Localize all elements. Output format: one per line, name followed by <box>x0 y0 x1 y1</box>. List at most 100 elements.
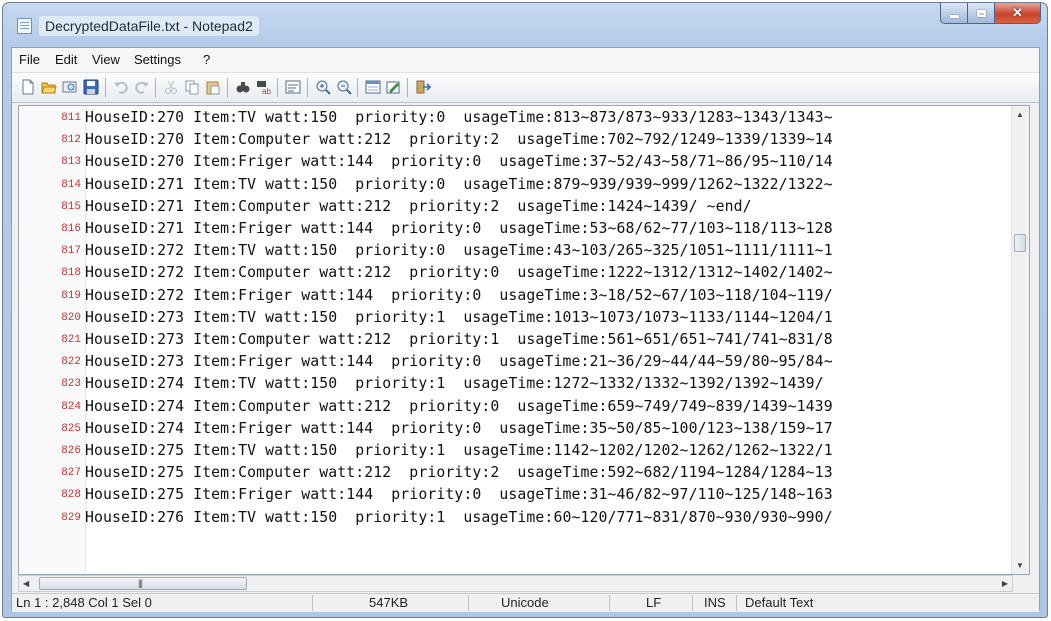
menu-edit[interactable]: Edit <box>55 52 77 67</box>
save-icon[interactable] <box>83 79 99 95</box>
line-text[interactable]: HouseID:273 Item:Friger watt:144 priorit… <box>85 351 833 373</box>
line-number: 819 <box>61 289 81 302</box>
text-line[interactable]: 815 HouseID:271 Item:Computer watt:212 pr… <box>19 196 1014 218</box>
line-text[interactable]: HouseID:274 Item:Friger watt:144 priorit… <box>85 418 833 440</box>
browse-icon[interactable] <box>62 79 78 95</box>
scroll-down-arrow-icon[interactable]: ▼ <box>1016 561 1024 570</box>
maximize-button[interactable] <box>968 3 995 24</box>
line-text[interactable]: HouseID:275 Item:TV watt:150 priority:1 … <box>85 440 833 462</box>
toolbar-separator <box>277 78 278 97</box>
client-area: File Edit View Settings ? ab 811 HouseID… <box>11 47 1040 612</box>
scheme-icon[interactable] <box>365 79 381 95</box>
line-text[interactable]: HouseID:271 Item:Computer watt:212 prior… <box>85 196 752 218</box>
menu-settings[interactable]: Settings <box>134 52 181 67</box>
vertical-scroll-thumb[interactable] <box>1014 234 1026 252</box>
customize-icon[interactable] <box>386 79 402 95</box>
text-line[interactable]: 825 HouseID:274 Item:Friger watt:144 prio… <box>19 418 1014 440</box>
open-icon[interactable] <box>41 79 57 95</box>
paste-icon[interactable] <box>205 79 221 95</box>
line-number: 828 <box>61 489 81 502</box>
text-line[interactable]: 819 HouseID:272 Item:Friger watt:144 prio… <box>19 285 1014 307</box>
minimize-icon <box>949 14 959 18</box>
line-number: 825 <box>61 422 81 435</box>
line-number: 820 <box>61 311 81 324</box>
line-text[interactable]: HouseID:275 Item:Computer watt:212 prior… <box>85 462 833 484</box>
horizontal-scroll-thumb[interactable]: ||| <box>39 577 247 590</box>
line-number: 816 <box>61 223 81 235</box>
line-number: 817 <box>61 245 81 258</box>
minimize-button[interactable] <box>940 3 968 24</box>
line-text[interactable]: HouseID:270 Item:TV watt:150 priority:0 … <box>85 107 833 129</box>
text-line[interactable]: 811 HouseID:270 Item:TV watt:150 priority… <box>19 107 1014 129</box>
line-text[interactable]: HouseID:276 Item:TV watt:150 priority:1 … <box>85 507 833 529</box>
cut-icon[interactable] <box>163 79 179 95</box>
text-line[interactable]: 826 HouseID:275 Item:TV watt:150 priority… <box>19 440 1014 462</box>
svg-text:ab: ab <box>262 87 271 95</box>
line-number: 822 <box>61 356 81 369</box>
line-number: 811 <box>61 112 81 124</box>
line-number: 813 <box>61 156 81 169</box>
horizontal-scrollbar[interactable]: ◀ ||| ▶ <box>18 575 1013 592</box>
text-line[interactable]: 820 HouseID:273 Item:TV watt:150 priority… <box>19 307 1014 329</box>
copy-icon[interactable] <box>184 79 200 95</box>
line-text[interactable]: HouseID:271 Item:Friger watt:144 priorit… <box>85 218 833 240</box>
notepad2-window: DecryptedDataFile.txt - Notepad2 ✕ File … <box>2 2 1048 618</box>
line-text[interactable]: HouseID:274 Item:TV watt:150 priority:1 … <box>85 373 824 395</box>
scroll-right-arrow-icon[interactable]: ▶ <box>1002 579 1008 588</box>
line-text[interactable]: HouseID:273 Item:TV watt:150 priority:1 … <box>85 307 833 329</box>
notepad-app-icon[interactable] <box>17 18 32 34</box>
scroll-left-arrow-icon[interactable]: ◀ <box>23 579 29 588</box>
text-editor[interactable]: 811 HouseID:270 Item:TV watt:150 priority… <box>18 105 1030 575</box>
text-line[interactable]: 824 HouseID:274 Item:Computer watt:212 pr… <box>19 396 1014 418</box>
word-wrap-icon[interactable] <box>285 79 301 95</box>
text-line[interactable]: 823 HouseID:274 Item:TV watt:150 priority… <box>19 373 1014 395</box>
close-button[interactable]: ✕ <box>995 3 1041 24</box>
status-bar: Ln 1 : 2,848 Col 1 Sel 0 547KB Unicode L… <box>12 593 1039 612</box>
toolbar-separator <box>357 78 358 97</box>
toolbar-separator <box>307 78 308 97</box>
toolbar-separator <box>105 78 106 97</box>
line-text[interactable]: HouseID:275 Item:Friger watt:144 priorit… <box>85 484 833 506</box>
redo-icon[interactable] <box>134 79 150 95</box>
title-bar[interactable]: DecryptedDataFile.txt - Notepad2 ✕ <box>3 3 1047 47</box>
line-text[interactable]: HouseID:270 Item:Friger watt:144 priorit… <box>85 151 833 173</box>
menu-help[interactable]: ? <box>203 52 210 67</box>
zoom-in-icon[interactable] <box>315 79 331 95</box>
vertical-scrollbar[interactable]: ▲ ▼ <box>1011 106 1029 574</box>
text-line[interactable]: 822 HouseID:273 Item:Friger watt:144 prio… <box>19 351 1014 373</box>
line-text[interactable]: HouseID:274 Item:Computer watt:212 prior… <box>85 396 833 418</box>
text-line[interactable]: 814 HouseID:271 Item:TV watt:150 priority… <box>19 174 1014 196</box>
text-line[interactable]: 817 HouseID:272 Item:TV watt:150 priority… <box>19 240 1014 262</box>
status-separator <box>312 595 313 611</box>
exit-icon[interactable] <box>415 79 431 95</box>
text-line[interactable]: 828 HouseID:275 Item:Friger watt:144 prio… <box>19 484 1014 506</box>
new-icon[interactable] <box>20 79 36 95</box>
maximize-icon <box>976 9 986 17</box>
replace-icon[interactable]: ab <box>256 79 272 95</box>
line-text[interactable]: HouseID:272 Item:Friger watt:144 priorit… <box>85 285 833 307</box>
menu-view[interactable]: View <box>92 52 120 67</box>
status-size: 547KB <box>369 595 409 610</box>
zoom-out-icon[interactable] <box>336 79 352 95</box>
line-text[interactable]: HouseID:271 Item:TV watt:150 priority:0 … <box>85 174 833 196</box>
menu-file[interactable]: File <box>19 52 40 67</box>
find-icon[interactable] <box>235 79 251 95</box>
text-line[interactable]: 827 HouseID:275 Item:Computer watt:212 pr… <box>19 462 1014 484</box>
line-text[interactable]: HouseID:272 Item:TV watt:150 priority:0 … <box>85 240 833 262</box>
line-text[interactable]: HouseID:273 Item:Computer watt:212 prior… <box>85 329 833 351</box>
scroll-up-arrow-icon[interactable]: ▲ <box>1016 110 1024 119</box>
text-line[interactable]: 821 HouseID:273 Item:Computer watt:212 pr… <box>19 329 1014 351</box>
text-line[interactable]: 816 HouseID:271 Item:Friger watt:144 prio… <box>19 218 1014 240</box>
text-line[interactable]: 829 HouseID:276 Item:TV watt:150 priority… <box>19 507 1014 529</box>
window-title: DecryptedDataFile.txt - Notepad2 <box>39 16 259 36</box>
line-number: 812 <box>61 134 81 147</box>
text-line[interactable]: 818 HouseID:272 Item:Computer watt:212 pr… <box>19 262 1014 284</box>
toolbar-separator <box>407 78 408 97</box>
toolbar-separator <box>155 78 156 97</box>
line-text[interactable]: HouseID:272 Item:Computer watt:212 prior… <box>85 262 833 284</box>
line-text[interactable]: HouseID:270 Item:Computer watt:212 prior… <box>85 129 833 151</box>
status-separator <box>468 595 469 611</box>
undo-icon[interactable] <box>113 79 129 95</box>
text-line[interactable]: 813 HouseID:270 Item:Friger watt:144 prio… <box>19 151 1014 173</box>
text-line[interactable]: 812 HouseID:270 Item:Computer watt:212 pr… <box>19 129 1014 151</box>
